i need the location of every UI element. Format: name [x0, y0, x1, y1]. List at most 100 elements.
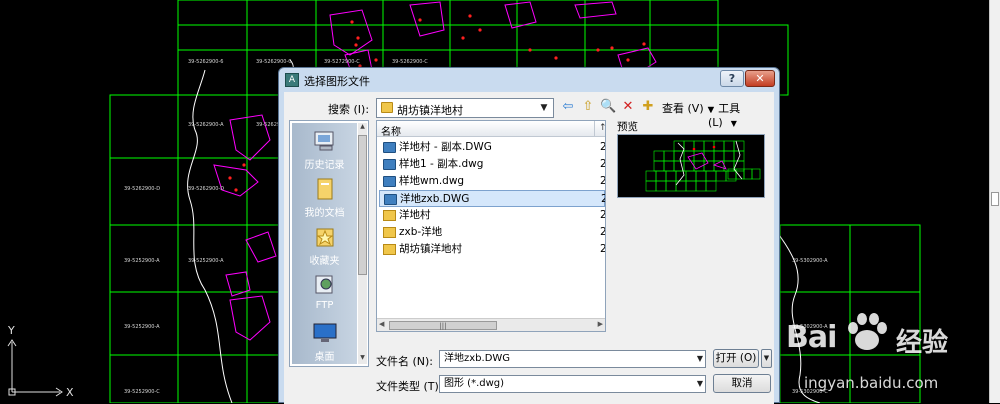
autocad-app-icon: A [285, 73, 299, 87]
file-next-column-value: 2 [601, 191, 605, 207]
chevron-down-icon[interactable]: ▼ [697, 351, 703, 367]
chevron-down-icon[interactable]: ▼ [537, 100, 551, 116]
ftp-icon [315, 275, 332, 294]
scroll-thumb[interactable] [991, 192, 999, 206]
dwg-file-icon [383, 142, 396, 153]
search-in-label: 搜索 (I): [328, 103, 370, 116]
select-drawing-dialog: A 选择图形文件 ? ✕ 搜索 (I): 胡坊镇洋地村 ▼ ⇦ ⇧ 🔍 ✕ ✚ … [278, 67, 780, 404]
places-scrollbar[interactable]: ▲ ▼ [358, 123, 367, 364]
file-next-column-value: 2 [600, 139, 605, 155]
place-favorites[interactable]: 收藏夹 [292, 225, 357, 267]
folder-icon [383, 210, 396, 221]
cancel-button[interactable]: 取消 [713, 374, 771, 393]
watermark-brand-suffix: 经验 [896, 328, 949, 358]
file-list[interactable]: 名称 ↑ 洋地村 - 副本.DWG 2 样地1 - 副本.dwg 2 样地wm.dwg 2… [376, 120, 606, 332]
dialog-title: 选择图形文件 [304, 75, 370, 88]
help-button[interactable]: ? [720, 70, 744, 87]
places-overflow [292, 361, 357, 364]
place-label: FTP [315, 300, 334, 311]
grid-tile-label: 39-5262900-D [124, 186, 160, 192]
place-label: 我的文档 [304, 208, 345, 219]
file-list-item[interactable]: 样地1 - 副本.dwg 2 [379, 156, 605, 173]
axis-y-label: Y [7, 324, 15, 337]
baidu-paw-icon [848, 313, 887, 350]
folder-icon [383, 227, 396, 238]
column-header-name[interactable]: 名称 [381, 123, 401, 138]
place-label: 历史记录 [304, 160, 345, 171]
preview-label: 预览 [617, 121, 638, 133]
preview-thumbnail [617, 134, 765, 198]
dwg-file-icon [384, 194, 397, 205]
file-list-item[interactable]: 洋地zxb.DWG 2 [379, 190, 605, 207]
tools-menu[interactable]: ▼ 工具 (L) ▼ [708, 100, 774, 129]
file-next-column-value: 2 [600, 207, 605, 223]
delete-icon[interactable]: ✕ [620, 99, 636, 115]
grid-tile-label: 39-5262900-6 [188, 59, 223, 65]
new-folder-icon[interactable]: ✚ [640, 99, 656, 115]
folder-icon [383, 244, 396, 255]
place-label: 收藏夹 [309, 256, 340, 267]
grid-tile-label: 39-5272900-C [324, 59, 360, 65]
file-next-column-value: 2 [600, 173, 605, 189]
grid-tile-label: 39-5252900-A [124, 258, 160, 264]
axis-x-label: X [66, 386, 74, 399]
column-header-next[interactable]: ↑ [599, 123, 605, 133]
folder-list-item[interactable]: 胡坊镇洋地村 2 [379, 241, 605, 258]
filename-label: 文件名 (N): [376, 355, 434, 368]
place-documents[interactable]: 我的文档 [292, 177, 357, 219]
file-name: 洋地zxb.DWG [400, 193, 470, 205]
folder-icon [381, 102, 393, 113]
horizontal-scrollbar[interactable]: ◀ ||| ▶ [377, 318, 605, 331]
file-next-column-value: 2 [600, 224, 605, 240]
chevron-down-icon: ▼ [730, 119, 737, 128]
file-name: 样地1 - 副本.dwg [399, 158, 484, 170]
file-next-column-value: 2 [600, 156, 605, 172]
ucs-axis-icon [7, 339, 63, 397]
list-header: 名称 ↑ [377, 121, 605, 138]
grid-tile-label: 39-5252900-A [124, 324, 160, 330]
chevron-down-icon[interactable]: ▼ [697, 376, 703, 392]
column-divider[interactable] [594, 121, 595, 137]
documents-icon [317, 178, 332, 200]
scroll-thumb[interactable] [358, 135, 367, 275]
place-ftp[interactable]: FTP [292, 273, 357, 311]
preview-drawing [645, 140, 761, 192]
close-button[interactable]: ✕ [745, 70, 775, 87]
file-list-item[interactable]: 样地wm.dwg 2 [379, 173, 605, 190]
vertical-scrollbar[interactable] [989, 0, 1000, 403]
file-name: zxb-洋地 [399, 226, 443, 238]
scroll-left-icon[interactable]: ◀ [379, 320, 384, 328]
location-value: 胡坊镇洋地村 [397, 104, 463, 117]
open-button[interactable]: 打开 (O) [713, 349, 759, 368]
watermark-url: ingyan.baidu.com [804, 374, 939, 392]
grid-tile-label: 39-5262900-A [188, 122, 224, 128]
places-bar: 历史记录 我的文档 收藏夹 FTP 桌面 ▲ ▼ [289, 120, 369, 367]
history-icon [314, 131, 333, 151]
filetype-label: 文件类型 (T): [376, 380, 443, 393]
file-list-item[interactable]: 洋地村 - 副本.DWG 2 [379, 139, 605, 156]
filename-value: 洋地zxb.DWG [444, 353, 511, 364]
place-desktop[interactable]: 桌面 [292, 321, 357, 363]
up-folder-icon[interactable]: ⇧ [580, 99, 596, 115]
filename-field[interactable]: 洋地zxb.DWG ▼ [439, 350, 706, 368]
open-options-dropdown[interactable]: ▼ [761, 349, 772, 368]
view-menu[interactable]: 查看 (V) ▼ [662, 100, 714, 116]
scroll-right-icon[interactable]: ▶ [598, 320, 603, 328]
scroll-thumb[interactable]: ||| [389, 321, 497, 330]
scroll-down-icon[interactable]: ▼ [358, 354, 367, 364]
filetype-dropdown[interactable]: 图形 (*.dwg) ▼ [439, 375, 706, 393]
grid-tile-label: 39-5262900-C [392, 59, 428, 65]
place-history[interactable]: 历史记录 [292, 129, 357, 171]
dwg-file-icon [383, 176, 396, 187]
folder-list-item[interactable]: 洋地村 2 [379, 207, 605, 224]
desktop-icon [313, 323, 336, 342]
dialog-titlebar[interactable]: A 选择图形文件 ? ✕ [279, 68, 779, 92]
chevron-down-icon: ▼ [708, 105, 715, 114]
grid-tile-label: 39-5262900-0 [256, 59, 291, 65]
back-icon[interactable]: ⇦ [560, 99, 576, 115]
grid-tile-label: 39-5252900-A [188, 258, 224, 264]
location-dropdown[interactable]: 胡坊镇洋地村 ▼ [376, 98, 554, 118]
scroll-up-icon[interactable]: ▲ [358, 123, 367, 133]
folder-list-item[interactable]: zxb-洋地 2 [379, 224, 605, 241]
search-web-icon[interactable]: 🔍 [600, 99, 616, 115]
